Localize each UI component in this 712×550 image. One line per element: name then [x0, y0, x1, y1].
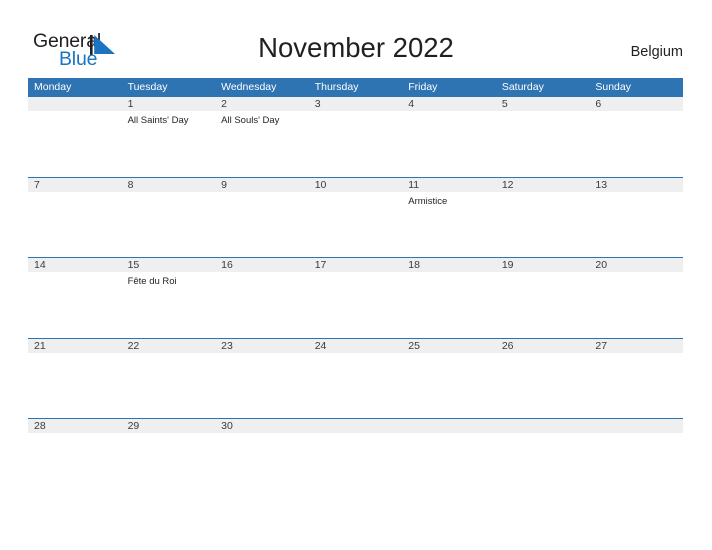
day-cell[interactable]: 8 [122, 177, 216, 258]
day-cell[interactable]: 15 Fête du Roi [122, 257, 216, 338]
dow-sunday: Sunday [595, 81, 631, 93]
day-of-week-header: Monday Tuesday Wednesday Thursday Friday… [28, 78, 683, 96]
day-number: 7 [34, 178, 40, 191]
day-cell[interactable]: 27 [589, 338, 683, 419]
day-cell[interactable]: 7 [28, 177, 122, 258]
day-number: 5 [501, 98, 508, 110]
day-number: 26 [501, 339, 514, 352]
day-number: 23 [221, 339, 233, 352]
day-cell[interactable]: 18 [402, 257, 496, 338]
day-cell[interactable]: 10 [309, 177, 403, 258]
day-number: 22 [127, 339, 140, 352]
page-header: General Blue November 2022 Belgium [0, 0, 712, 78]
day-cell[interactable]: 23 [215, 338, 309, 419]
day-cell[interactable]: 16 [215, 257, 309, 338]
day-number: 16 [221, 259, 233, 271]
day-cell[interactable] [402, 418, 496, 499]
dow-monday: Monday [34, 81, 72, 93]
day-number: 19 [501, 259, 514, 271]
day-number: 24 [314, 339, 327, 352]
day-event: Fête du Roi [127, 276, 177, 287]
day-cell[interactable]: 25 [402, 338, 496, 419]
day-cell[interactable]: 11 Armistice [402, 177, 496, 258]
day-number: 15 [127, 259, 140, 271]
day-cell[interactable]: 3 [309, 96, 403, 177]
day-number: 29 [127, 420, 140, 432]
dow-wednesday: Wednesday [221, 81, 277, 93]
day-number: 11 [408, 178, 420, 191]
day-number: 18 [408, 259, 420, 271]
day-number: 4 [408, 98, 415, 110]
dow-tuesday: Tuesday [127, 81, 168, 93]
day-cell[interactable] [496, 418, 590, 499]
day-cell[interactable] [589, 418, 683, 499]
week-row: 7 8 9 10 11 Armistice 12 13 [28, 176, 683, 258]
day-cell[interactable]: 22 [122, 338, 216, 419]
day-cell[interactable]: 20 [589, 257, 683, 338]
day-number: 17 [314, 259, 327, 271]
day-cell[interactable]: 9 [215, 177, 309, 258]
week-row: 28 29 30 [28, 418, 683, 499]
day-cell[interactable]: 14 [28, 257, 122, 338]
day-number: 12 [501, 178, 514, 191]
day-number: 30 [221, 420, 233, 432]
country-label: Belgium [630, 44, 683, 60]
day-number: 13 [595, 178, 608, 191]
day-number: 9 [221, 178, 227, 191]
day-number: 21 [34, 339, 46, 352]
day-number: 27 [595, 339, 608, 352]
day-number: 25 [408, 339, 420, 352]
day-cell[interactable]: 2 All Souls' Day [215, 96, 309, 177]
day-number: 3 [314, 98, 321, 110]
day-cell[interactable]: 30 [215, 418, 309, 499]
day-cell[interactable]: 29 [122, 418, 216, 499]
day-cell[interactable]: 4 [402, 96, 496, 177]
day-number: 10 [314, 178, 327, 191]
day-cell[interactable]: 6 [589, 96, 683, 177]
day-cell[interactable]: 12 [496, 177, 590, 258]
calendar-grid: Monday Tuesday Wednesday Thursday Friday… [28, 78, 683, 499]
week-row: 1 All Saints' Day 2 All Souls' Day 3 4 5 [28, 96, 683, 177]
day-event: Armistice [408, 195, 448, 207]
day-number: 6 [595, 98, 602, 110]
day-cell[interactable]: 17 [309, 257, 403, 338]
day-event: All Saints' Day [127, 115, 189, 126]
dow-friday: Friday [408, 81, 438, 93]
week-row: 14 15 Fête du Roi 16 17 18 19 20 [28, 257, 683, 338]
calendar-page: General Blue November 2022 Belgium Monda… [0, 0, 712, 550]
day-cell[interactable]: 21 [28, 338, 122, 419]
day-number: 14 [34, 259, 46, 271]
day-cell[interactable]: 5 [496, 96, 590, 177]
day-number: 8 [127, 178, 134, 191]
day-event: All Souls' Day [221, 115, 280, 126]
day-cell[interactable]: 13 [589, 177, 683, 258]
day-cell[interactable] [309, 418, 403, 499]
dow-saturday: Saturday [501, 81, 544, 93]
dow-thursday: Thursday [314, 81, 359, 93]
day-number: 1 [127, 98, 134, 110]
day-cell[interactable]: 1 All Saints' Day [122, 96, 216, 177]
day-cell[interactable]: 19 [496, 257, 590, 338]
day-number: 2 [221, 98, 227, 110]
week-row: 21 22 23 24 25 26 27 [28, 337, 683, 419]
day-number: 28 [34, 420, 46, 432]
day-cell[interactable] [28, 96, 122, 177]
day-cell[interactable]: 24 [309, 338, 403, 419]
page-title: November 2022 [258, 32, 454, 63]
day-cell[interactable]: 28 [28, 418, 122, 499]
day-number: 20 [595, 259, 608, 271]
day-cell[interactable]: 26 [496, 338, 590, 419]
